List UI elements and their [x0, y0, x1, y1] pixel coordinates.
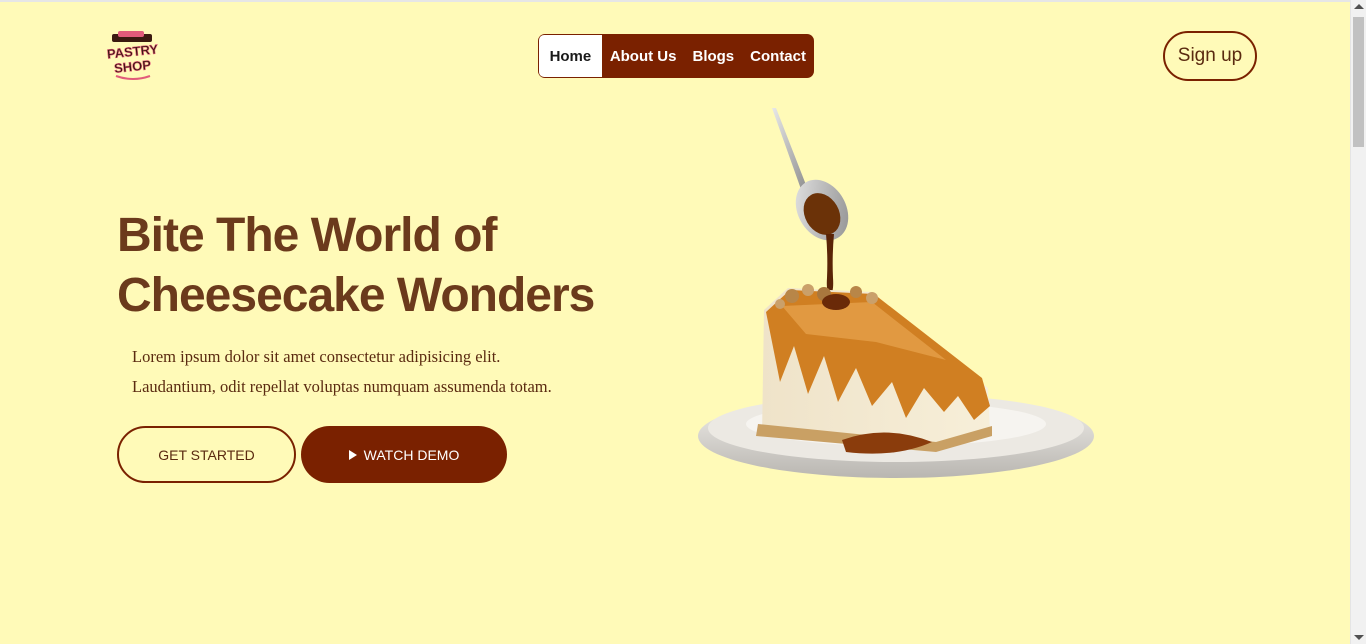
- vertical-scrollbar[interactable]: [1350, 0, 1366, 644]
- landing-page: PASTRY SHOP Home About Us Blogs Contact …: [0, 0, 1366, 644]
- watch-demo-button[interactable]: WATCH DEMO: [301, 426, 507, 483]
- top-divider: [0, 0, 1366, 2]
- hero-desc-line1: Lorem ipsum dolor sit amet consectetur a…: [132, 347, 501, 366]
- hero-desc-line2: Laudantium, odit repellat voluptas numqu…: [132, 377, 552, 396]
- nav-item-home[interactable]: Home: [539, 35, 602, 77]
- hero-title-line1: Bite The World of: [117, 209, 497, 262]
- hero-title: Bite The World of Cheesecake Wonders: [117, 206, 677, 326]
- scroll-down-icon[interactable]: [1354, 635, 1364, 640]
- pastry-shop-logo[interactable]: PASTRY SHOP: [106, 30, 160, 84]
- logo-text-line2: SHOP: [113, 57, 152, 76]
- nav-item-contact[interactable]: Contact: [742, 35, 814, 77]
- cheesecake-image: [698, 108, 1094, 478]
- play-icon: [348, 449, 357, 460]
- signup-button[interactable]: Sign up: [1163, 31, 1257, 81]
- main-nav: Home About Us Blogs Contact: [538, 34, 814, 78]
- scrollbar-thumb[interactable]: [1353, 17, 1364, 147]
- watch-demo-label: WATCH DEMO: [363, 446, 460, 463]
- hero-title-line2: Cheesecake Wonders: [117, 269, 595, 322]
- scroll-up-icon[interactable]: [1354, 4, 1364, 9]
- nav-item-about-us[interactable]: About Us: [602, 35, 685, 77]
- get-started-button[interactable]: GET STARTED: [117, 426, 296, 483]
- nav-item-blogs[interactable]: Blogs: [684, 35, 742, 77]
- hero-description: Lorem ipsum dolor sit amet consectetur a…: [132, 342, 612, 402]
